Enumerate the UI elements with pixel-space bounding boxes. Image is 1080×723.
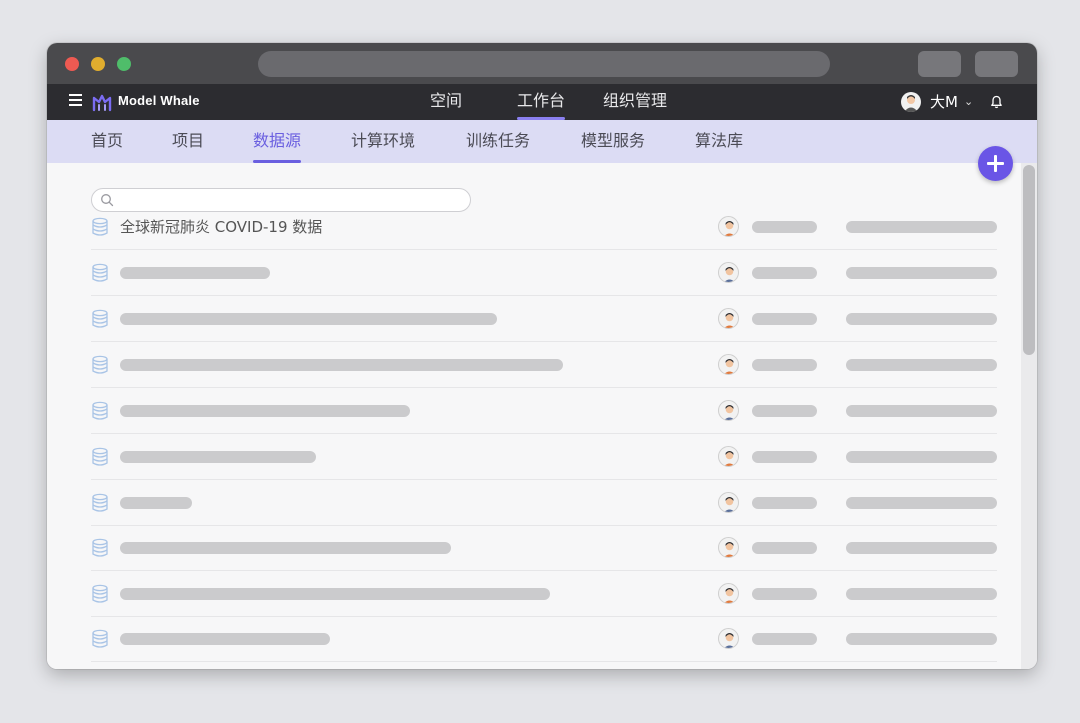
database-icon xyxy=(91,217,109,237)
main-content: 全球新冠肺炎 COVID-19 数据 xyxy=(47,163,1021,669)
dataset-name-placeholder[interactable] xyxy=(120,405,410,417)
dataset-row[interactable] xyxy=(91,434,997,480)
user-name[interactable]: 大M xyxy=(930,84,958,120)
user-avatar[interactable] xyxy=(901,92,921,112)
meta-placeholder xyxy=(846,221,997,233)
database-icon xyxy=(91,538,109,558)
meta-placeholder xyxy=(846,497,997,509)
dataset-name-placeholder[interactable] xyxy=(120,313,497,325)
close-window-button[interactable] xyxy=(65,57,79,71)
dataset-row[interactable]: 全球新冠肺炎 COVID-19 数据 xyxy=(91,204,997,250)
bell-icon[interactable] xyxy=(990,95,1003,109)
owner-name-placeholder xyxy=(752,451,817,463)
dataset-name-placeholder[interactable] xyxy=(120,542,451,554)
meta-placeholder xyxy=(846,633,997,645)
browser-window: Model Whale 空间 工作台 组织管理 大M ⌄ 首页 项目 数据源 计… xyxy=(47,43,1037,669)
database-icon xyxy=(91,629,109,649)
database-icon xyxy=(91,584,109,604)
database-icon xyxy=(91,447,109,467)
owner-name-placeholder xyxy=(752,221,817,233)
tab-compute-env[interactable]: 计算环境 xyxy=(351,120,415,163)
dataset-name-placeholder[interactable] xyxy=(120,497,192,509)
owner-name-placeholder xyxy=(752,313,817,325)
meta-placeholder xyxy=(846,313,997,325)
window-titlebar xyxy=(47,43,1037,84)
dataset-name-placeholder[interactable] xyxy=(120,633,330,645)
owner-name-placeholder xyxy=(752,405,817,417)
database-icon xyxy=(91,309,109,329)
dataset-row[interactable] xyxy=(91,525,997,571)
hamburger-icon[interactable] xyxy=(69,94,82,108)
owner-name-placeholder xyxy=(752,267,817,279)
tab-model-services[interactable]: 模型服务 xyxy=(581,120,645,163)
sub-tab-bar: 首页 项目 数据源 计算环境 训练任务 模型服务 算法库 xyxy=(47,120,1037,163)
tab-projects[interactable]: 项目 xyxy=(172,120,204,163)
meta-placeholder xyxy=(846,451,997,463)
meta-placeholder xyxy=(846,588,997,600)
owner-name-placeholder xyxy=(752,359,817,371)
owner-avatar[interactable] xyxy=(718,262,739,283)
meta-placeholder xyxy=(846,542,997,554)
dataset-row[interactable] xyxy=(91,296,997,342)
owner-name-placeholder xyxy=(752,588,817,600)
database-icon xyxy=(91,401,109,421)
scrollbar-thumb[interactable] xyxy=(1023,165,1035,355)
database-icon xyxy=(91,263,109,283)
dataset-row[interactable] xyxy=(91,388,997,434)
top-nav-org-management[interactable]: 组织管理 xyxy=(603,84,667,120)
dataset-row[interactable] xyxy=(91,342,997,388)
owner-avatar[interactable] xyxy=(718,492,739,513)
address-bar[interactable] xyxy=(258,51,830,77)
meta-placeholder xyxy=(846,267,997,279)
database-icon xyxy=(91,355,109,375)
top-nav-space[interactable]: 空间 xyxy=(430,84,462,120)
dataset-row[interactable] xyxy=(91,571,997,617)
app-header: Model Whale 空间 工作台 组织管理 大M ⌄ xyxy=(47,84,1037,120)
model-whale-logo-icon xyxy=(92,94,112,112)
chevron-down-icon[interactable]: ⌄ xyxy=(964,84,973,120)
dataset-row[interactable] xyxy=(91,480,997,526)
owner-name-placeholder xyxy=(752,633,817,645)
dataset-name-placeholder[interactable] xyxy=(120,588,550,600)
tab-home[interactable]: 首页 xyxy=(91,120,123,163)
tab-datasources[interactable]: 数据源 xyxy=(253,120,302,163)
database-icon xyxy=(91,493,109,513)
meta-placeholder xyxy=(846,359,997,371)
dataset-name[interactable]: 全球新冠肺炎 COVID-19 数据 xyxy=(120,204,322,250)
tab-training-tasks[interactable]: 训练任务 xyxy=(466,120,530,163)
app-logo-text[interactable]: Model Whale xyxy=(118,93,200,108)
maximize-window-button[interactable] xyxy=(117,57,131,71)
owner-avatar[interactable] xyxy=(718,354,739,375)
owner-avatar[interactable] xyxy=(718,583,739,604)
minimize-window-button[interactable] xyxy=(91,57,105,71)
dataset-name-placeholder[interactable] xyxy=(120,267,270,279)
meta-placeholder xyxy=(846,405,997,417)
tab-algorithm-library[interactable]: 算法库 xyxy=(695,120,743,163)
owner-name-placeholder xyxy=(752,542,817,554)
top-nav-workbench[interactable]: 工作台 xyxy=(517,84,566,120)
toolbar-button-2[interactable] xyxy=(975,51,1018,77)
owner-avatar[interactable] xyxy=(718,308,739,329)
toolbar-button-1[interactable] xyxy=(918,51,961,77)
owner-avatar[interactable] xyxy=(718,537,739,558)
dataset-name-placeholder[interactable] xyxy=(120,359,563,371)
add-button[interactable] xyxy=(978,146,1013,181)
owner-name-placeholder xyxy=(752,497,817,509)
owner-avatar[interactable] xyxy=(718,400,739,421)
owner-avatar[interactable] xyxy=(718,446,739,467)
dataset-name-placeholder[interactable] xyxy=(120,451,316,463)
owner-avatar[interactable] xyxy=(718,216,739,237)
dataset-row[interactable] xyxy=(91,616,997,662)
dataset-row[interactable] xyxy=(91,250,997,296)
owner-avatar[interactable] xyxy=(718,628,739,649)
